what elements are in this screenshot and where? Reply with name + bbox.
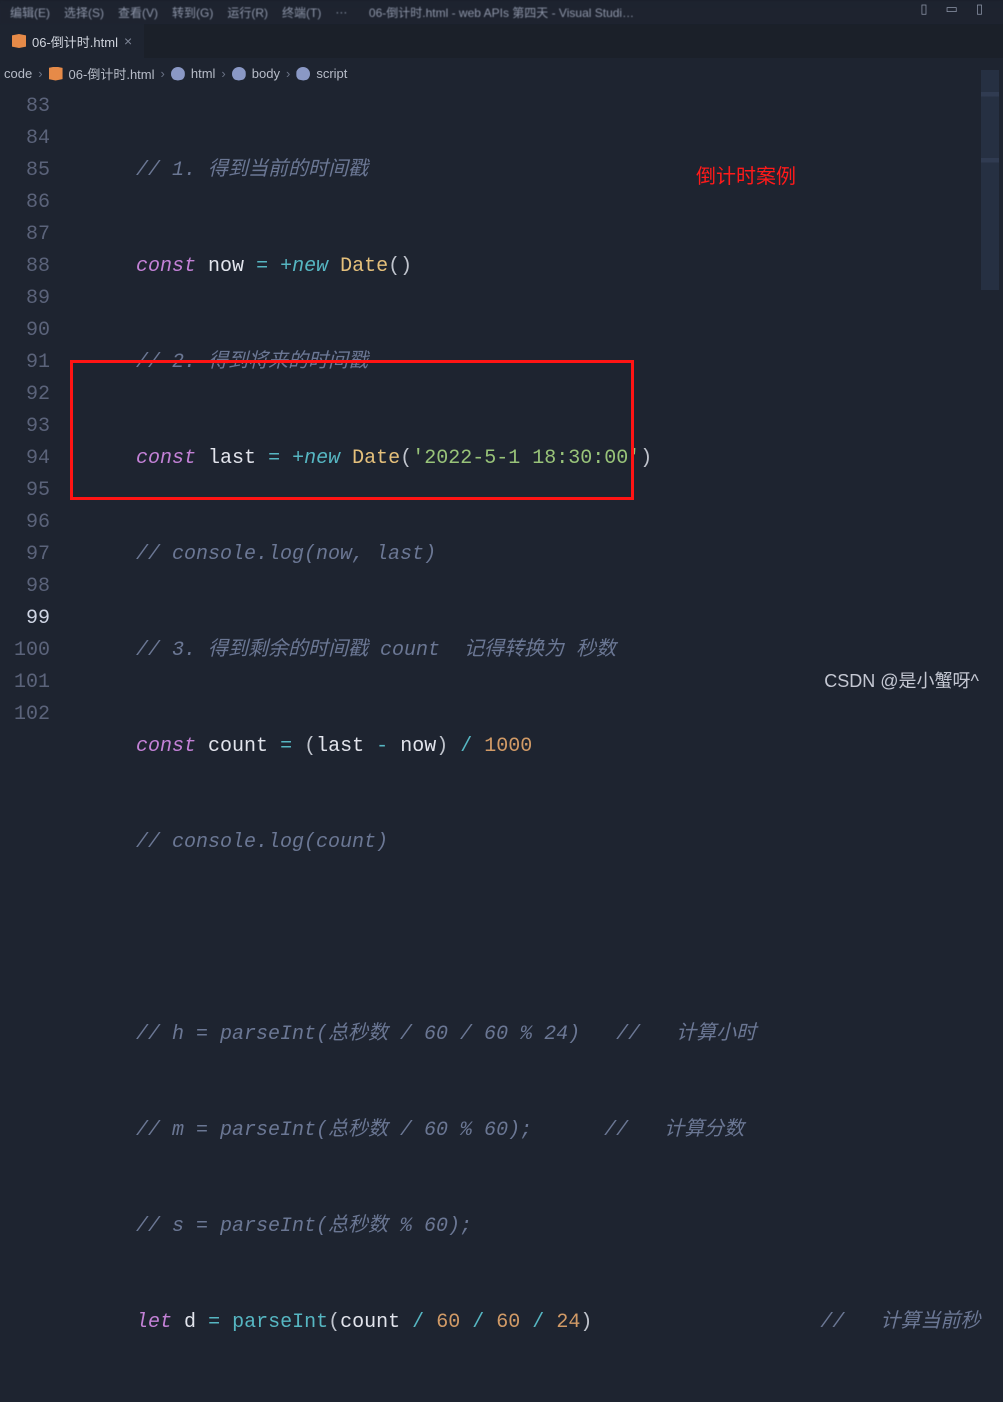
- editor-tab[interactable]: 06-倒计时.html ×: [0, 24, 144, 58]
- code-token: =: [268, 447, 280, 470]
- code-token: Date: [340, 255, 388, 278]
- breadcrumb-html[interactable]: html: [191, 66, 216, 81]
- code-token: now: [400, 735, 436, 758]
- code-token: =: [280, 735, 292, 758]
- tab-bar: 06-倒计时.html ×: [0, 24, 1003, 58]
- tab-label: 06-倒计时.html: [32, 32, 118, 51]
- code-comment: // m = parseInt(总秒数 / 60 % 60); // 计算分数: [136, 1119, 744, 1142]
- html5-icon: [49, 67, 63, 81]
- code-token: last: [208, 447, 256, 470]
- code-token: +: [280, 255, 292, 278]
- code-token: const: [136, 255, 196, 278]
- watermark: CSDN @是小蟹呀^: [824, 667, 979, 693]
- code-token: Date: [352, 447, 400, 470]
- code-token: =: [208, 1311, 220, 1334]
- code-token: (: [304, 735, 316, 758]
- code-token: let: [136, 1311, 172, 1334]
- code-token: /: [412, 1311, 424, 1334]
- code-comment: // 3. 得到剩余的时间戳 count 记得转换为 秒数: [136, 639, 616, 662]
- code-comment: // 1. 得到当前的时间戳: [136, 159, 368, 182]
- code-token: /: [532, 1311, 544, 1334]
- code-token: =: [256, 255, 268, 278]
- code-token: now: [208, 255, 244, 278]
- code-token: /: [472, 1311, 484, 1334]
- minimap[interactable]: [981, 70, 999, 290]
- code-token: count: [208, 735, 268, 758]
- code-token: 60: [496, 1311, 520, 1334]
- menu-run[interactable]: 运行(R): [227, 4, 268, 21]
- menu-view[interactable]: 查看(V): [118, 4, 158, 21]
- html5-icon: [12, 34, 26, 48]
- panel-toggle-right-icon[interactable]: ▯: [976, 2, 983, 17]
- menu-select[interactable]: 选择(S): [64, 4, 104, 21]
- code-comment: // 2. 得到将来的时间戳: [136, 351, 368, 374]
- code-token: +: [292, 447, 304, 470]
- code-content[interactable]: // 1. 得到当前的时间戳 const now = +new Date() /…: [64, 91, 980, 1402]
- breadcrumb-root[interactable]: code: [4, 66, 32, 81]
- code-comment: // s = parseInt(总秒数 % 60);: [136, 1215, 472, 1238]
- line-number-gutter: 8384858687888990919293949596979899100101…: [0, 91, 64, 1402]
- menu-goto[interactable]: 转到(G): [172, 4, 213, 21]
- code-token: (): [388, 255, 412, 278]
- breadcrumb-script[interactable]: script: [316, 66, 347, 81]
- breadcrumb-file[interactable]: 06-倒计时.html: [69, 64, 155, 83]
- tag-icon: [171, 67, 185, 81]
- window-title: 06-倒计时.html - web APIs 第四天 - Visual Stud…: [369, 4, 634, 21]
- code-token: ): [640, 447, 652, 470]
- tag-icon: [296, 67, 310, 81]
- breadcrumb-body[interactable]: body: [252, 66, 280, 81]
- code-token: 1000: [484, 735, 532, 758]
- code-editor[interactable]: 8384858687888990919293949596979899100101…: [0, 89, 1003, 1402]
- code-token: const: [136, 447, 196, 470]
- code-token: 24: [556, 1311, 580, 1334]
- code-token: 60: [436, 1311, 460, 1334]
- code-token: parseInt: [232, 1311, 328, 1334]
- code-comment: // 计算当前秒: [820, 1311, 980, 1334]
- code-token: last: [316, 735, 364, 758]
- menu-more[interactable]: ···: [335, 5, 347, 19]
- code-token: -: [376, 735, 388, 758]
- code-token: (: [400, 447, 412, 470]
- code-token: /: [460, 735, 472, 758]
- code-token: new: [304, 447, 340, 470]
- window-controls: ▯ ▭ ▯: [920, 2, 983, 17]
- tag-icon: [232, 67, 246, 81]
- code-token: ): [436, 735, 448, 758]
- code-comment: // console.log(now, last): [136, 543, 436, 566]
- code-token: d: [184, 1311, 196, 1334]
- close-icon[interactable]: ×: [124, 33, 132, 49]
- panel-toggle-left-icon[interactable]: ▯: [920, 2, 927, 17]
- code-token: count: [340, 1311, 400, 1334]
- code-token: const: [136, 735, 196, 758]
- code-comment: // h = parseInt(总秒数 / 60 / 60 % 24) // 计…: [136, 1023, 756, 1046]
- menu-terminal[interactable]: 终端(T): [282, 4, 321, 21]
- menu-edit[interactable]: 编辑(E): [10, 4, 50, 21]
- code-token: ): [580, 1311, 592, 1334]
- code-token: (: [328, 1311, 340, 1334]
- code-token: new: [292, 255, 328, 278]
- code-comment: // console.log(count): [136, 831, 388, 854]
- code-token: '2022-5-1 18:30:00': [412, 447, 640, 470]
- panel-toggle-bottom-icon[interactable]: ▭: [946, 2, 958, 17]
- breadcrumb: code › 06-倒计时.html › html › body › scrip…: [0, 58, 1003, 89]
